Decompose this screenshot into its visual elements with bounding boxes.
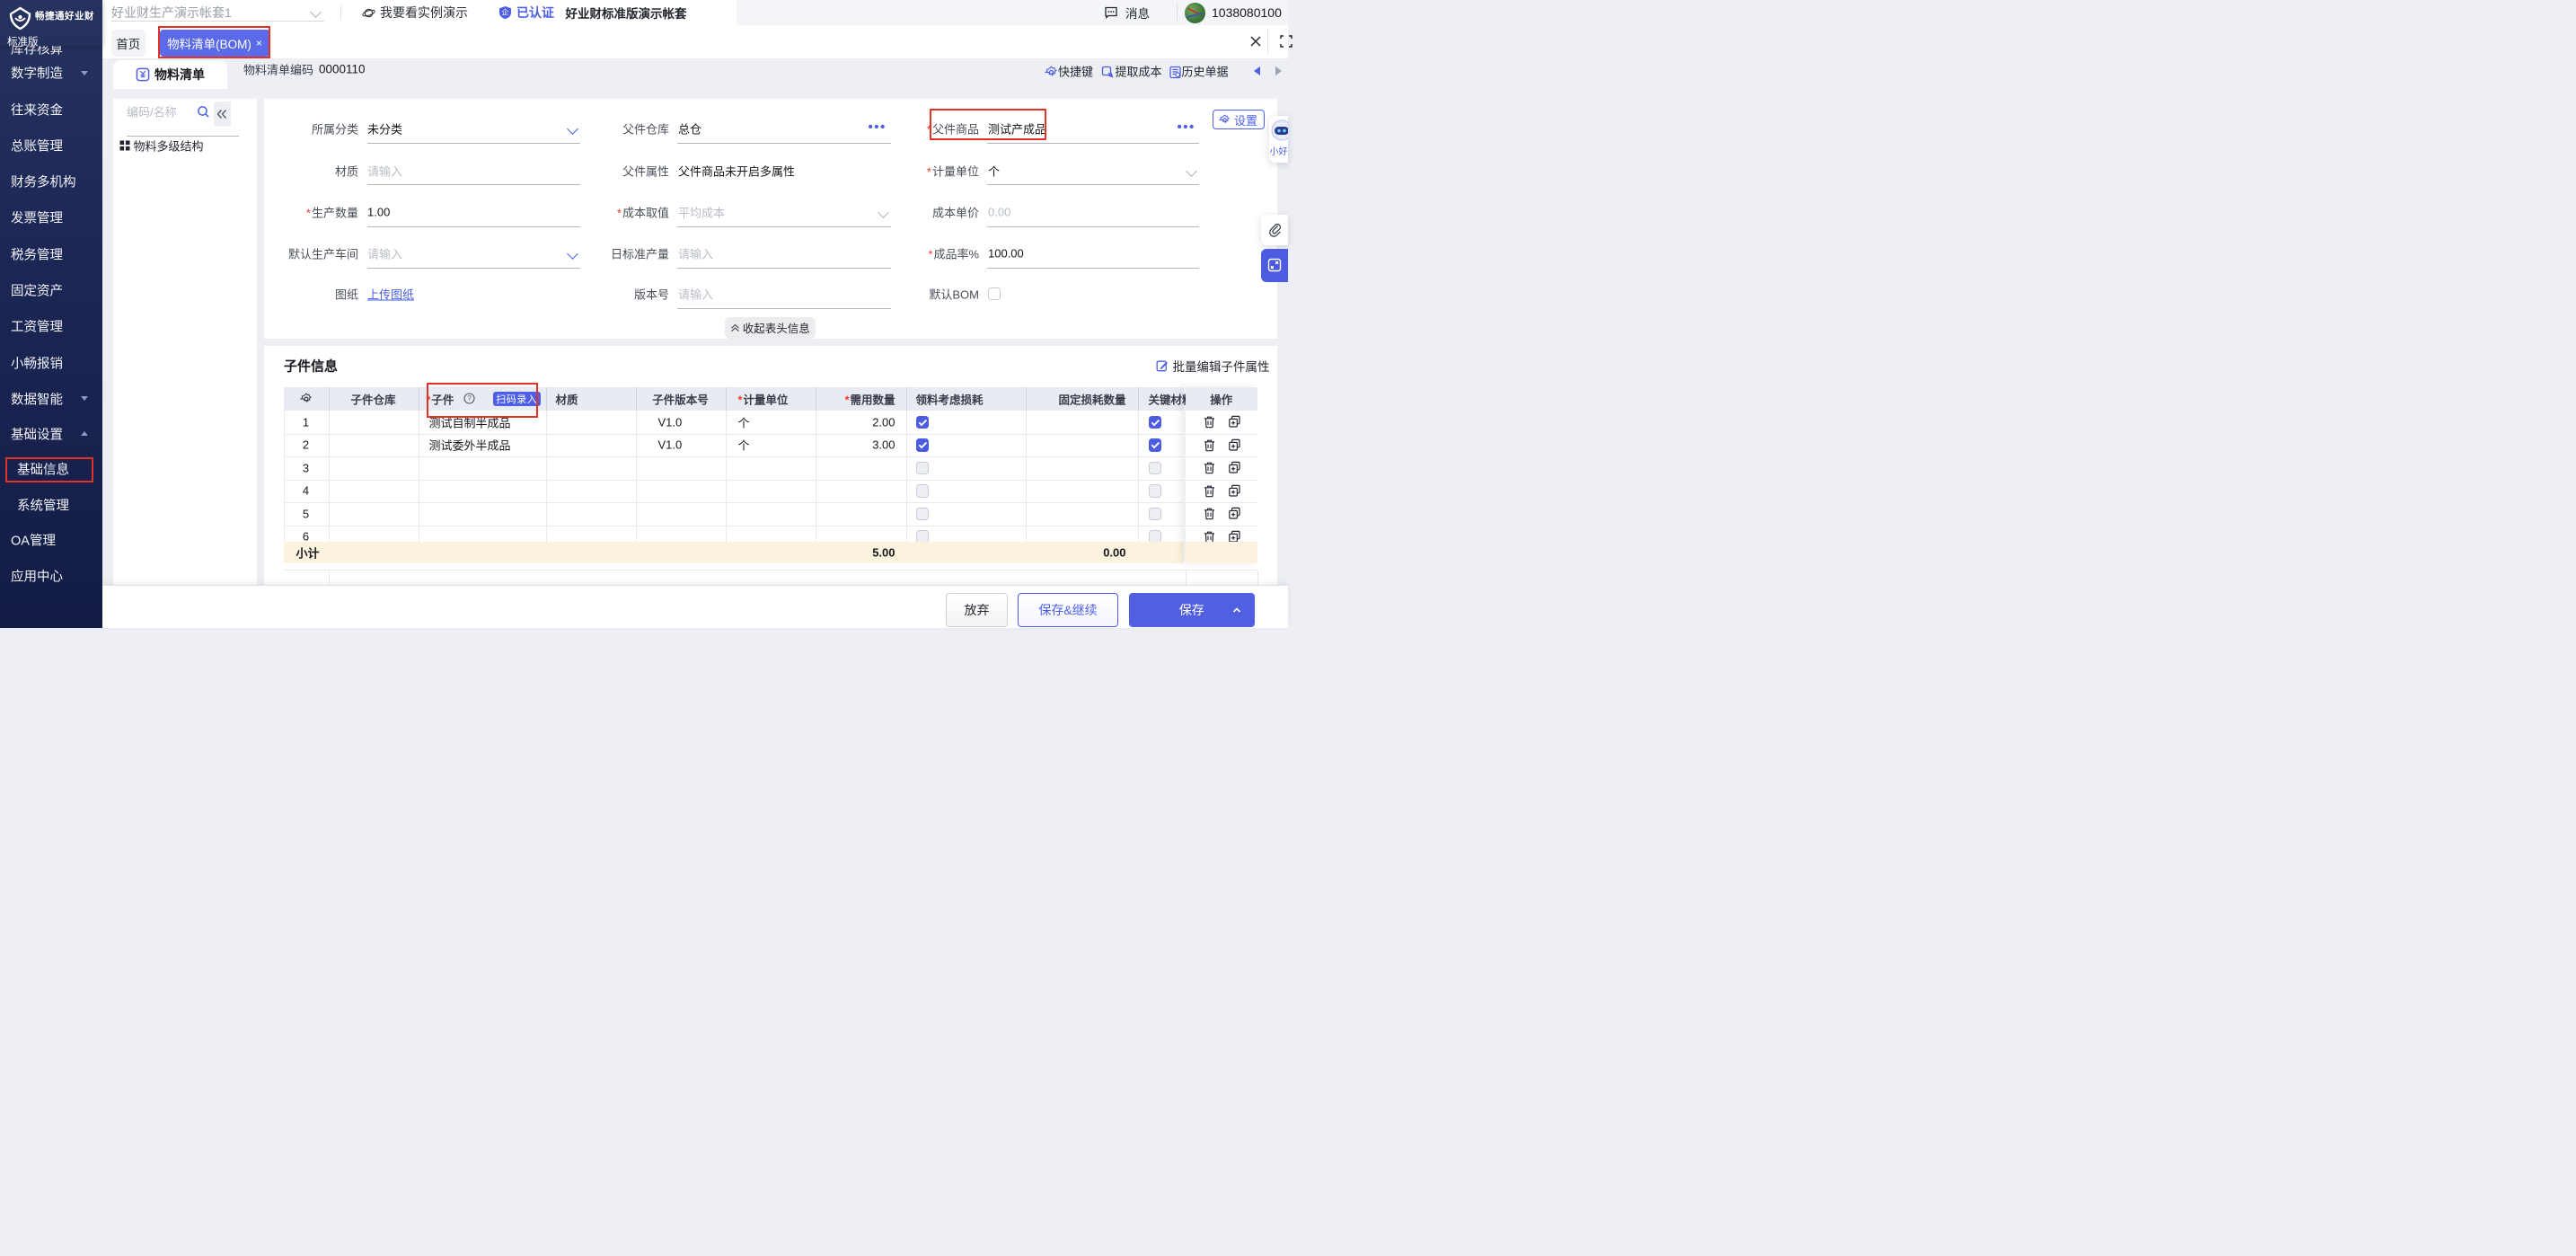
svg-text:企: 企 [502, 8, 509, 17]
